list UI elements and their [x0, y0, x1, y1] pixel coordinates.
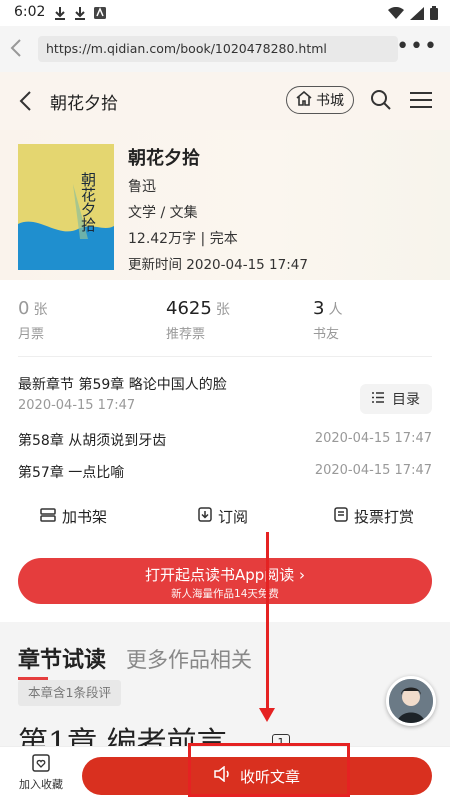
book-word-count: 12.42万字 | 完本: [128, 231, 238, 247]
status-bar: 6:02: [0, 0, 450, 26]
annotation-arrow-head: [259, 708, 275, 722]
stat-number: 3: [313, 298, 325, 319]
open-app-label: 打开起点读书App阅读 ›: [144, 566, 306, 584]
chapter-date: 2020-04-15 17:47: [314, 431, 432, 446]
signal-icon: [410, 5, 424, 24]
shelf-icon: [40, 507, 56, 526]
book-category: 文学 / 文集: [128, 205, 198, 221]
wifi-icon: [388, 5, 404, 24]
search-icon[interactable]: [370, 89, 392, 115]
stat-number: 4625: [166, 298, 212, 319]
book-author[interactable]: 鲁迅: [128, 176, 156, 196]
bookstore-button[interactable]: 书城: [286, 86, 354, 114]
page-header: 朝花夕拾 书城: [0, 72, 450, 130]
add-favorite-button[interactable]: 加入收藏: [18, 753, 64, 792]
download-icon: [74, 5, 86, 20]
home-icon: [296, 90, 312, 110]
subscribe-icon: [198, 507, 212, 526]
subscribe-label: 订阅: [218, 508, 249, 526]
book-cover[interactable]: 朝花夕拾: [18, 144, 114, 270]
more-dots-icon[interactable]: •••: [396, 36, 438, 58]
stat-readers[interactable]: 3人 书友: [313, 298, 342, 342]
book-actions: 加书架 订阅 投票打赏: [0, 506, 450, 536]
stat-recommend-ticket[interactable]: 4625 张 推荐票: [166, 298, 230, 342]
paragraph-comment-badge[interactable]: 本章含1条段评: [18, 680, 121, 706]
battery-icon: [430, 5, 438, 24]
stat-label: 月票: [18, 327, 45, 342]
ticket-icon: [334, 507, 348, 526]
app-notification-icon: [94, 5, 106, 19]
cover-title: 朝花夕拾: [79, 172, 97, 232]
open-app-button[interactable]: 打开起点读书App阅读 › 新人海量作品14天免费: [18, 558, 432, 604]
divider: [18, 356, 432, 357]
url-input[interactable]: https://m.qidian.com/book/1020478280.htm…: [38, 36, 398, 62]
page-title: 朝花夕拾: [50, 94, 118, 114]
annotation-highlight-box: [188, 743, 350, 797]
chapter-date: 2020-04-15 17:47: [314, 463, 432, 478]
favorite-icon: [18, 753, 64, 776]
download-icon: [54, 5, 66, 20]
tab-label: 章节试读: [18, 648, 107, 673]
assistant-avatar[interactable]: [386, 676, 436, 726]
toc-label: 目录: [392, 392, 420, 408]
chapter-link[interactable]: 第57章 一点比喻: [18, 462, 124, 482]
status-time: 6:02: [14, 4, 46, 20]
toc-button[interactable]: 目录: [360, 384, 432, 414]
book-info: 朝花夕拾 朝花夕拾 鲁迅 文学 / 文集 12.42万字 | 完本 更新时间 2…: [0, 130, 450, 280]
add-to-shelf-button[interactable]: 加书架: [40, 506, 107, 527]
annotation-arrow: [266, 532, 269, 710]
open-app-sublabel: 新人海量作品14天免费: [171, 588, 279, 600]
stat-label: 书友: [313, 327, 340, 342]
chapter-link[interactable]: 第58章 从胡须说到牙齿: [18, 430, 166, 450]
stat-label: 推荐票: [166, 327, 206, 342]
tab-more-works[interactable]: 更多作品相关: [126, 644, 252, 674]
stat-unit: 张: [215, 302, 230, 318]
add-favorite-label: 加入收藏: [19, 778, 63, 791]
latest-chapter-link[interactable]: 最新章节 第59章 略论中国人的脸: [18, 374, 227, 394]
back-icon[interactable]: [18, 90, 32, 116]
stat-unit: 张: [33, 302, 48, 318]
add-to-shelf-label: 加书架: [62, 508, 108, 526]
stat-monthly-ticket[interactable]: 0张 月票: [18, 298, 47, 342]
stat-number: 0: [18, 298, 30, 319]
menu-icon[interactable]: [410, 92, 432, 113]
subscribe-button[interactable]: 订阅: [198, 506, 248, 527]
book-stats: 0张 月票 4625 张 推荐票 3人 书友: [0, 280, 450, 348]
browser-url-bar: https://m.qidian.com/book/1020478280.htm…: [0, 26, 450, 72]
vote-reward-button[interactable]: 投票打赏: [334, 506, 414, 527]
status-notification-icons: [54, 5, 106, 20]
stat-unit: 人: [328, 302, 343, 318]
bookstore-label: 书城: [316, 93, 344, 109]
book-title: 朝花夕拾: [128, 148, 200, 169]
book-update-time: 更新时间 2020-04-15 17:47: [128, 257, 308, 273]
browser-back-icon[interactable]: [10, 38, 22, 62]
tab-chapter-preview[interactable]: 章节试读: [18, 642, 107, 680]
vote-reward-label: 投票打赏: [354, 508, 415, 526]
list-icon: [372, 391, 384, 407]
latest-chapter-date: 2020-04-15 17:47: [18, 398, 136, 413]
